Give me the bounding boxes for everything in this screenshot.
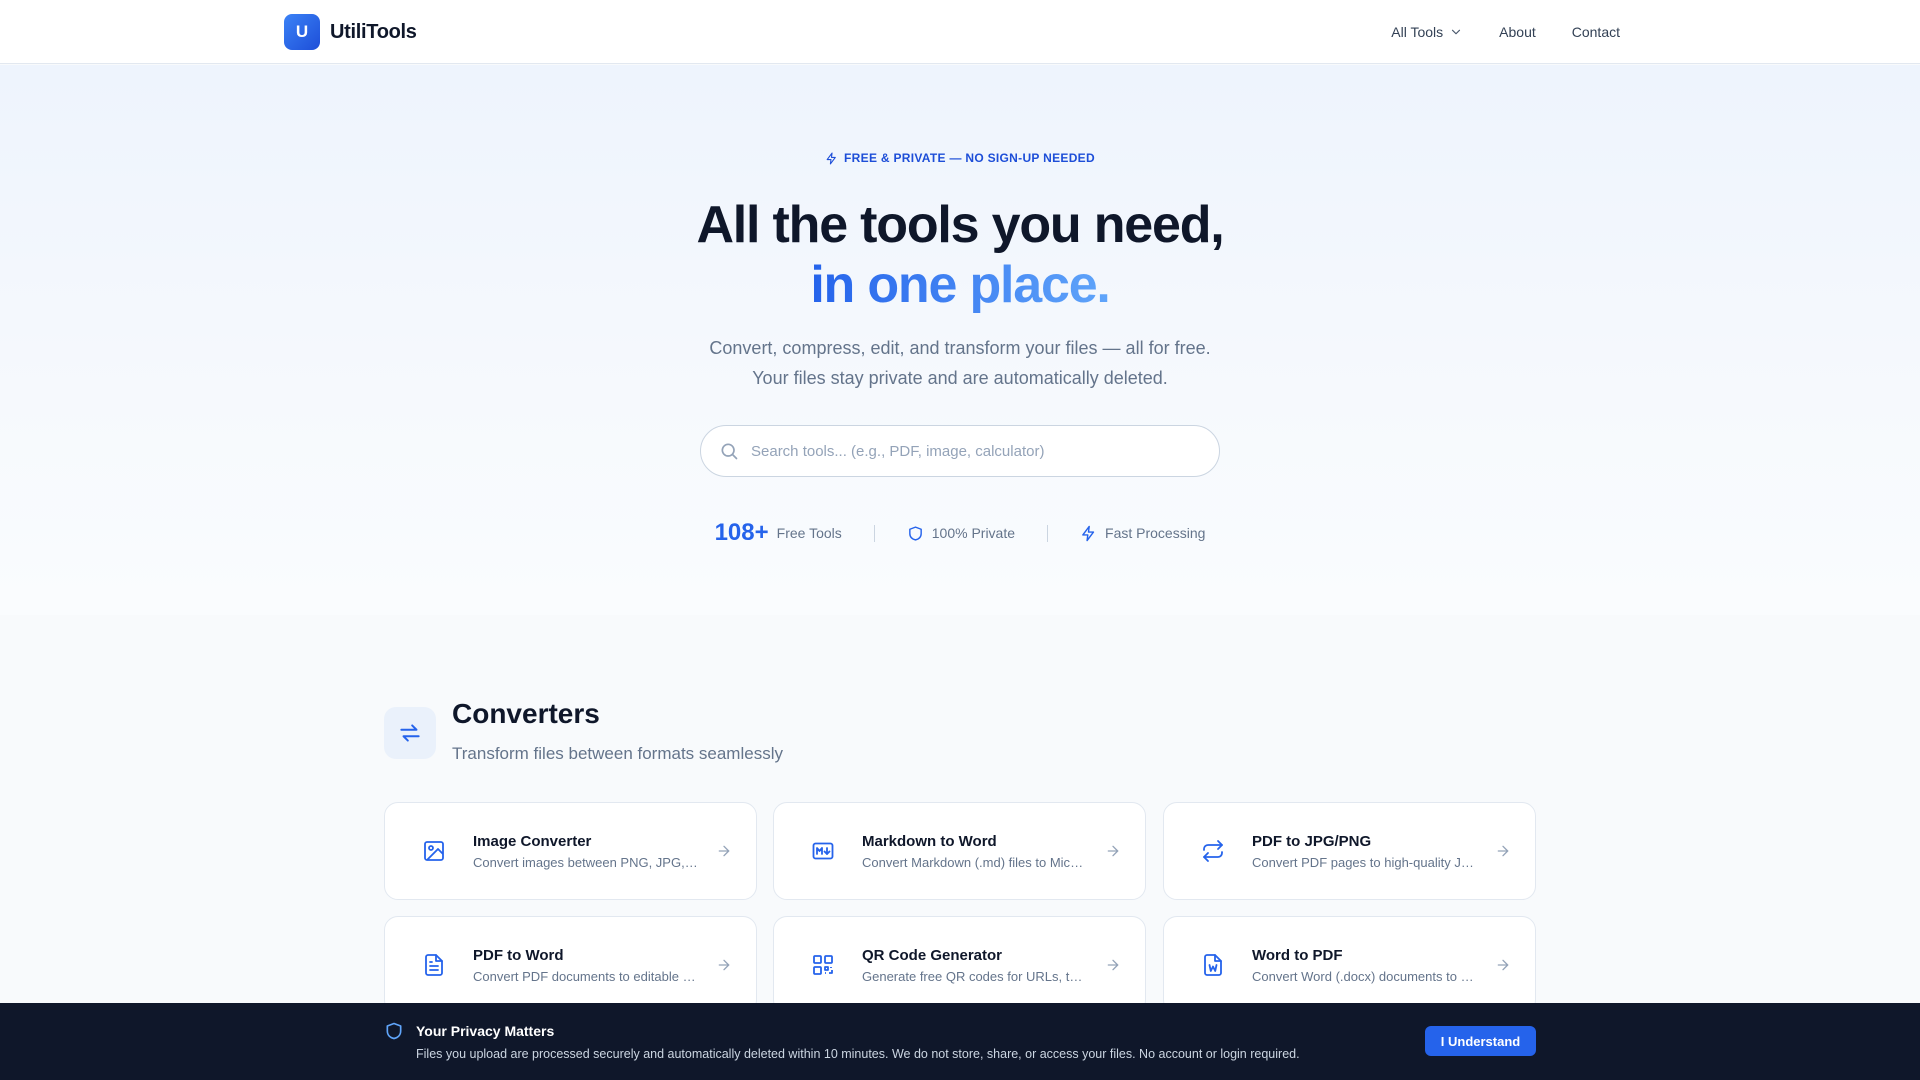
privacy-text: Files you upload are processed securely … [416, 1047, 1300, 1061]
privacy-banner: Your Privacy Matters Files you upload ar… [0, 1003, 1920, 1080]
stat-fast: Fast Processing [1047, 524, 1237, 542]
tool-card-word-to-pdf[interactable]: Word to PDF Convert Word (.docx) documen… [1163, 916, 1536, 1014]
arrow-right-icon [1105, 843, 1121, 859]
tool-card-title: PDF to Word [473, 946, 564, 964]
hero-badge: FREE & PRIVATE — NO SIGN-UP NEEDED [0, 151, 1920, 165]
main-nav: All Tools About Contact [1391, 0, 1620, 64]
lightning-icon [1080, 525, 1097, 542]
headline-line-1: All the tools you need, [696, 196, 1224, 254]
tool-card-description: Convert Word (.docx) documents to PDF fi… [1252, 968, 1477, 984]
sparkle-icon [825, 152, 838, 165]
tool-card-qr-code-generator[interactable]: QR Code Generator Generate free QR codes… [773, 916, 1146, 1014]
hero-subtitle-line-1: Convert, compress, edit, and transform y… [709, 338, 1211, 358]
document-icon [419, 950, 449, 980]
hero-badge-text: FREE & PRIVATE — NO SIGN-UP NEEDED [844, 151, 1095, 165]
tool-card-title: PDF to JPG/PNG [1252, 832, 1372, 850]
hero-section: FREE & PRIVATE — NO SIGN-UP NEEDED All t… [0, 65, 1920, 615]
stat-tools-count: 108+ [714, 519, 769, 546]
convert-arrows-icon [397, 720, 423, 746]
chevron-down-icon [1449, 25, 1463, 39]
stat-private: 100% Private [873, 524, 1047, 542]
top-navigation-bar: U UtiliTools All Tools About Contact [0, 0, 1920, 64]
converters-section-icon [384, 707, 436, 759]
stat-fast-label: Fast Processing [1105, 525, 1206, 541]
hero-headline: All the tools you need, in one place. [0, 195, 1920, 315]
brand-home-link[interactable]: U UtiliTools [284, 14, 417, 50]
shield-icon [384, 1021, 404, 1041]
tool-card-title: QR Code Generator [862, 946, 1003, 964]
search-box[interactable] [700, 425, 1220, 477]
tool-card-markdown-to-word[interactable]: Markdown to Word Convert Markdown (.md) … [773, 802, 1146, 900]
arrow-right-icon [716, 957, 732, 973]
tool-card-title: Markdown to Word [862, 832, 997, 850]
headline-line-2: in one place. [810, 256, 1111, 314]
arrow-right-icon [1495, 843, 1511, 859]
word-file-icon [1198, 950, 1228, 980]
tool-card-pdf-to-jpg-png[interactable]: PDF to JPG/PNG Convert PDF pages to high… [1163, 802, 1536, 900]
stat-tools-label: Free Tools [776, 525, 842, 541]
arrow-right-icon [1105, 957, 1121, 973]
tool-card-title: Word to PDF [1252, 946, 1343, 964]
shield-icon [907, 525, 924, 542]
image-icon [419, 836, 449, 866]
hero-subtitle: Convert, compress, edit, and transform y… [0, 333, 1920, 393]
tool-card-description: Convert PDF pages to high-quality JPG or… [1252, 854, 1477, 870]
section-subtitle: Transform files between formats seamless… [452, 744, 783, 763]
hero-stats: 108+ Free Tools 100% Private Fast Proces… [0, 519, 1920, 547]
tool-card-image-converter[interactable]: Image Converter Convert images between P… [384, 802, 757, 900]
nav-all-tools-dropdown[interactable]: All Tools [1391, 24, 1463, 40]
markdown-icon [808, 836, 838, 866]
nav-contact-link[interactable]: Contact [1572, 24, 1620, 40]
section-title: Converters [452, 698, 600, 729]
logo-badge: U [284, 14, 320, 50]
brand-name: UtiliTools [330, 20, 417, 43]
stat-private-label: 100% Private [931, 525, 1016, 541]
stat-tools: 108+ Free Tools [683, 519, 874, 547]
tool-card-description: Convert images between PNG, JPG, WEBP an… [473, 854, 698, 870]
search-input[interactable] [751, 442, 1191, 460]
nav-about-link[interactable]: About [1499, 24, 1536, 40]
search-icon [719, 441, 739, 461]
hero-subtitle-line-2: Your files stay private and are automati… [752, 368, 1168, 388]
convert-arrows-icon [1198, 836, 1228, 866]
tool-card-description: Generate free QR codes for URLs, text an… [862, 968, 1087, 984]
arrow-right-icon [716, 843, 732, 859]
privacy-title: Your Privacy Matters [416, 1023, 555, 1039]
tool-card-pdf-to-word[interactable]: PDF to Word Convert PDF documents to edi… [384, 916, 757, 1014]
nav-all-tools-label: All Tools [1391, 24, 1444, 40]
i-understand-button[interactable]: I Understand [1425, 1026, 1536, 1056]
tool-card-description: Convert PDF documents to editable Word f… [473, 968, 698, 984]
qr-code-icon [808, 950, 838, 980]
tool-card-description: Convert Markdown (.md) files to Microsof… [862, 854, 1087, 870]
arrow-right-icon [1495, 957, 1511, 973]
tool-card-title: Image Converter [473, 832, 592, 850]
